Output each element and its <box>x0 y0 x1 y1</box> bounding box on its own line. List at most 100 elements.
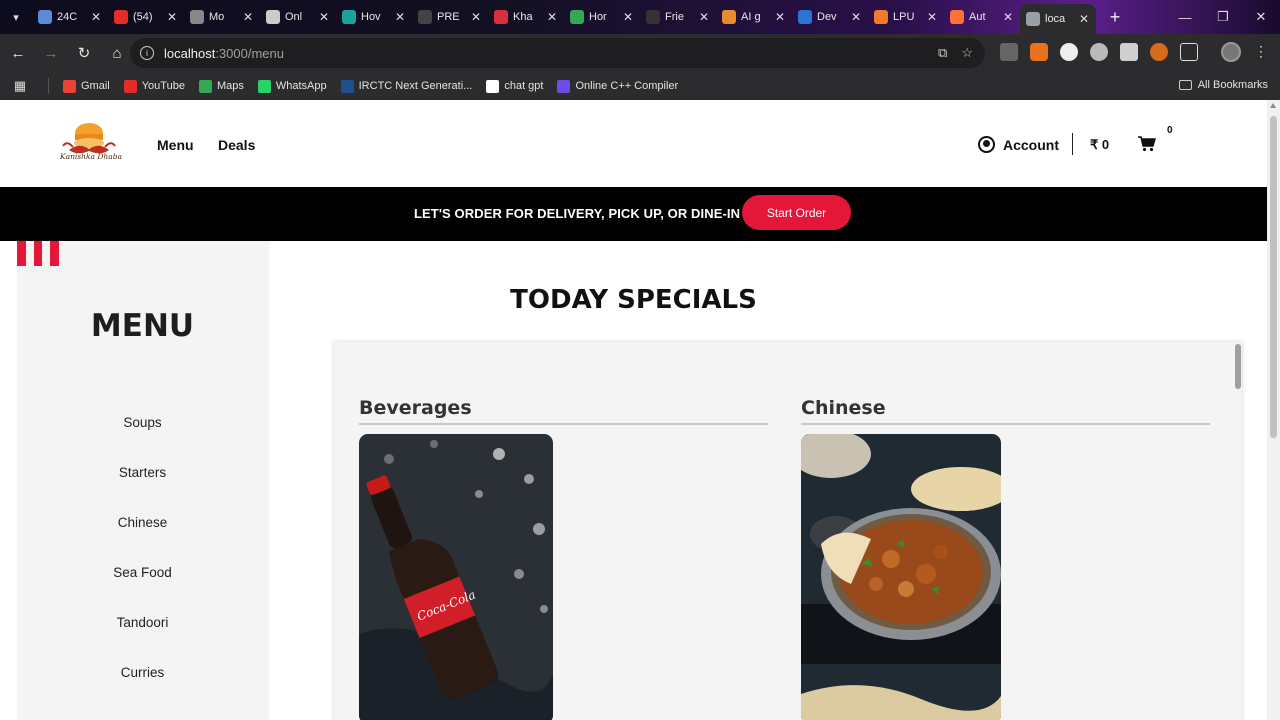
tab-close-icon[interactable]: ✕ <box>166 10 178 24</box>
start-order-button[interactable]: Start Order <box>742 195 851 230</box>
profile-avatar[interactable] <box>1221 42 1241 62</box>
site-header: Kanishka Dhaba Menu Deals Account ₹ 0 0 <box>0 100 1267 187</box>
beverages-image[interactable]: Coca-Cola <box>359 434 553 720</box>
kanishka-dhaba-logo[interactable] <box>55 120 125 172</box>
back-icon[interactable]: ← <box>3 38 33 68</box>
bookmark-favicon-icon <box>486 79 500 93</box>
bookmark-item[interactable]: chat gpt <box>486 79 543 93</box>
account-button[interactable]: Account <box>978 136 1059 153</box>
bookmark-favicon-icon <box>123 79 137 93</box>
specials-scrollbar[interactable] <box>1235 342 1242 720</box>
browser-tab[interactable]: Hor ✕ <box>564 4 640 30</box>
tab-close-icon[interactable]: ✕ <box>318 10 330 24</box>
tab-close-icon[interactable]: ✕ <box>1002 10 1014 24</box>
browser-tab[interactable]: PRE ✕ <box>412 4 488 30</box>
browser-tab[interactable]: Aut ✕ <box>944 4 1020 30</box>
extension-icon[interactable] <box>1120 43 1138 61</box>
tab-close-icon[interactable]: ✕ <box>90 10 102 24</box>
all-bookmarks-button[interactable]: All Bookmarks <box>1178 79 1268 91</box>
more-menu-icon[interactable]: ⋮ <box>1254 43 1268 60</box>
logo-text: Kanishka Dhaba <box>60 152 122 161</box>
site-info-icon[interactable]: i <box>140 46 154 60</box>
browser-tab[interactable]: Kha ✕ <box>488 4 564 30</box>
reload-icon[interactable]: ↻ <box>69 38 99 68</box>
tab-close-icon[interactable]: ✕ <box>774 10 786 24</box>
tab-title: (54) <box>133 11 153 23</box>
bookmark-item[interactable]: YouTube <box>123 79 185 93</box>
forward-icon[interactable]: → <box>36 38 66 68</box>
browser-tab[interactable]: Frie ✕ <box>640 4 716 30</box>
browser-tab[interactable]: (54) ✕ <box>108 4 184 30</box>
address-bar[interactable]: i localhost:3000/menu ⧉ ☆ <box>130 38 985 68</box>
tab-title: Hov <box>361 11 381 23</box>
sidebar-item-chinese[interactable]: Chinese <box>17 515 268 530</box>
new-tab-icon[interactable]: + <box>1104 7 1126 28</box>
tab-close-icon[interactable]: ✕ <box>242 10 254 24</box>
tab-favicon-icon <box>950 10 964 24</box>
extension-icon[interactable] <box>1150 43 1168 61</box>
tab-close-icon[interactable]: ✕ <box>1078 12 1090 26</box>
sidebar-item-tandoori[interactable]: Tandoori <box>17 615 268 630</box>
bookmark-item[interactable]: IRCTC Next Generati... <box>340 79 472 93</box>
extension-icon[interactable] <box>1060 43 1078 61</box>
browser-tab[interactable]: 24C ✕ <box>32 4 108 30</box>
tab-close-icon[interactable]: ✕ <box>622 10 634 24</box>
bookmark-item[interactable]: Gmail <box>63 79 110 93</box>
tab-favicon-icon <box>342 10 356 24</box>
extensions-puzzle-icon[interactable] <box>1180 43 1198 61</box>
browser-tab[interactable]: Onl ✕ <box>260 4 336 30</box>
browser-tab[interactable]: Hov ✕ <box>336 4 412 30</box>
tab-close-icon[interactable]: ✕ <box>470 10 482 24</box>
tab-favicon-icon <box>570 10 584 24</box>
bookmark-favicon-icon <box>198 79 212 93</box>
tab-search-icon[interactable]: ▾ <box>0 0 32 34</box>
extension-icon[interactable] <box>1090 43 1108 61</box>
home-icon[interactable]: ⌂ <box>102 38 132 68</box>
extension-icon[interactable] <box>1000 43 1018 61</box>
tab-close-icon[interactable]: ✕ <box>698 10 710 24</box>
browser-tab[interactable]: Mo ✕ <box>184 4 260 30</box>
bookmark-item[interactable]: Maps <box>198 79 244 93</box>
browser-tab-strip: ▾ 24C ✕ (54) ✕ Mo ✕ Onl ✕ Hov ✕ PRE ✕ Kha ✕ Hor ✕ Frie ✕ A… <box>0 0 1280 34</box>
sidebar-title: MENU <box>90 308 195 344</box>
bookmark-star-icon[interactable]: ☆ <box>961 45 973 61</box>
tab-favicon-icon <box>266 10 280 24</box>
sidebar-item-starters[interactable]: Starters <box>17 465 268 480</box>
cart-icon[interactable] <box>1138 136 1156 152</box>
browser-tab[interactable]: loca ✕ <box>1020 4 1096 34</box>
chinese-image[interactable] <box>801 434 1001 720</box>
sidebar-item-curries[interactable]: Curries <box>17 665 268 680</box>
tab-close-icon[interactable]: ✕ <box>546 10 558 24</box>
page-scrollbar[interactable] <box>1267 100 1280 720</box>
close-window-icon[interactable]: ✕ <box>1242 0 1280 34</box>
nav-menu-link[interactable]: Menu <box>157 137 194 153</box>
bookmark-item[interactable]: WhatsApp <box>257 79 327 93</box>
tab-close-icon[interactable]: ✕ <box>926 10 938 24</box>
tab-title: AI g <box>741 11 761 23</box>
browser-tab[interactable]: LPU ✕ <box>868 4 944 30</box>
bookmark-label: WhatsApp <box>275 80 327 92</box>
extension-icon[interactable] <box>1030 43 1048 61</box>
tab-title: Mo <box>209 11 225 23</box>
all-bookmarks-label: All Bookmarks <box>1197 79 1268 91</box>
tab-title: Onl <box>285 11 303 23</box>
tab-favicon-icon <box>798 10 812 24</box>
maximize-icon[interactable]: ❐ <box>1204 0 1242 34</box>
brand-stripes <box>17 241 60 266</box>
url-host: localhost <box>164 45 216 61</box>
sidebar-item-soups[interactable]: Soups <box>17 415 268 430</box>
sidebar-item-sea-food[interactable]: Sea Food <box>17 565 268 580</box>
bookmark-favicon-icon <box>557 79 571 93</box>
tab-close-icon[interactable]: ✕ <box>850 10 862 24</box>
minimize-icon[interactable]: — <box>1166 0 1204 34</box>
tab-close-icon[interactable]: ✕ <box>394 10 406 24</box>
bookmark-list: Gmail YouTube Maps WhatsApp IRCTC Next Gener… <box>49 79 678 93</box>
install-app-icon[interactable]: ⧉ <box>938 45 947 61</box>
account-icon <box>978 136 995 153</box>
browser-tab[interactable]: AI g ✕ <box>716 4 792 30</box>
browser-tab[interactable]: Dev ✕ <box>792 4 868 30</box>
bookmark-item[interactable]: Online C++ Compiler <box>557 79 678 93</box>
account-label: Account <box>1003 136 1059 153</box>
nav-deals-link[interactable]: Deals <box>218 137 255 153</box>
apps-grid-icon[interactable]: ▦ <box>6 78 34 94</box>
